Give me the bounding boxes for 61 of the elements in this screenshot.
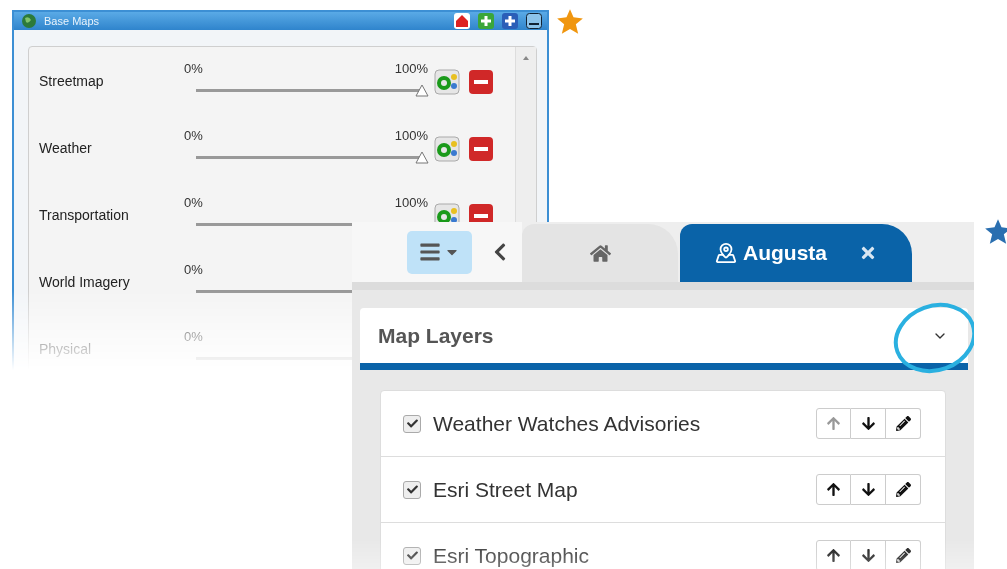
layer-name: Weather Watches Advisories (433, 411, 702, 436)
menu-button[interactable] (407, 230, 472, 274)
check-icon (406, 418, 418, 429)
pencil-icon (895, 416, 911, 431)
checkbox[interactable] (403, 546, 421, 565)
remove-icon[interactable] (468, 69, 494, 95)
layer-name: World Imagery (39, 274, 131, 290)
arrow-up-icon (826, 482, 841, 497)
checkbox[interactable] (403, 414, 421, 433)
pencil-icon (895, 548, 911, 563)
max-label: 100% (394, 61, 428, 76)
move-down-button[interactable] (851, 408, 886, 439)
close-icon[interactable] (859, 244, 877, 262)
pencil-icon (895, 482, 911, 497)
slider-thumb[interactable] (415, 84, 429, 98)
arrow-down-icon (860, 548, 876, 563)
checkbox[interactable] (403, 480, 421, 499)
panel-title: Map Layers (378, 323, 494, 348)
layer-name: Physical (39, 341, 93, 357)
slider-thumb[interactable] (415, 151, 429, 165)
remove-icon[interactable] (468, 136, 494, 162)
map-icon (715, 242, 737, 264)
layer-name: Esri Street Map (433, 477, 579, 502)
move-up-button[interactable] (816, 540, 851, 569)
tab[interactable]: Augusta (680, 224, 912, 282)
move-up-button[interactable] (816, 474, 851, 505)
layer-name: Transportation (39, 207, 130, 223)
edit-button[interactable] (886, 540, 921, 569)
star-icon (984, 218, 1007, 246)
max-label: 100% (394, 195, 428, 210)
star-icon (556, 8, 584, 36)
move-down-button[interactable] (851, 474, 886, 505)
globe-icon (20, 12, 38, 30)
check-icon (406, 484, 418, 495)
settings-icon[interactable] (434, 136, 460, 162)
arrow-up-icon (826, 416, 841, 431)
min-label: 0% (184, 61, 203, 76)
arrow-down-icon (860, 482, 876, 497)
menu-icon (419, 241, 441, 263)
layer-name: Streetmap (39, 73, 105, 89)
min-label: 0% (184, 262, 203, 277)
check-icon (406, 550, 418, 561)
arrow-down-icon (860, 416, 876, 431)
min-label: 0% (184, 128, 203, 143)
add-icon[interactable] (477, 12, 495, 30)
add-icon[interactable] (501, 12, 519, 30)
tab[interactable] (522, 224, 678, 282)
edit-button[interactable] (886, 408, 921, 439)
layer-name: Esri Topographic (433, 543, 591, 568)
move-down-button[interactable] (851, 540, 886, 569)
house-icon[interactable] (453, 12, 471, 30)
minimize-icon[interactable] (525, 12, 543, 30)
min-label: 0% (184, 329, 203, 344)
layer-name: Weather (39, 140, 93, 156)
home-icon (589, 242, 611, 264)
settings-icon[interactable] (434, 69, 460, 95)
window-title: Base Maps (44, 15, 101, 27)
arrow-up-icon (826, 548, 841, 563)
edit-button[interactable] (886, 474, 921, 505)
max-label: 100% (394, 128, 428, 143)
min-label: 0% (184, 195, 203, 210)
